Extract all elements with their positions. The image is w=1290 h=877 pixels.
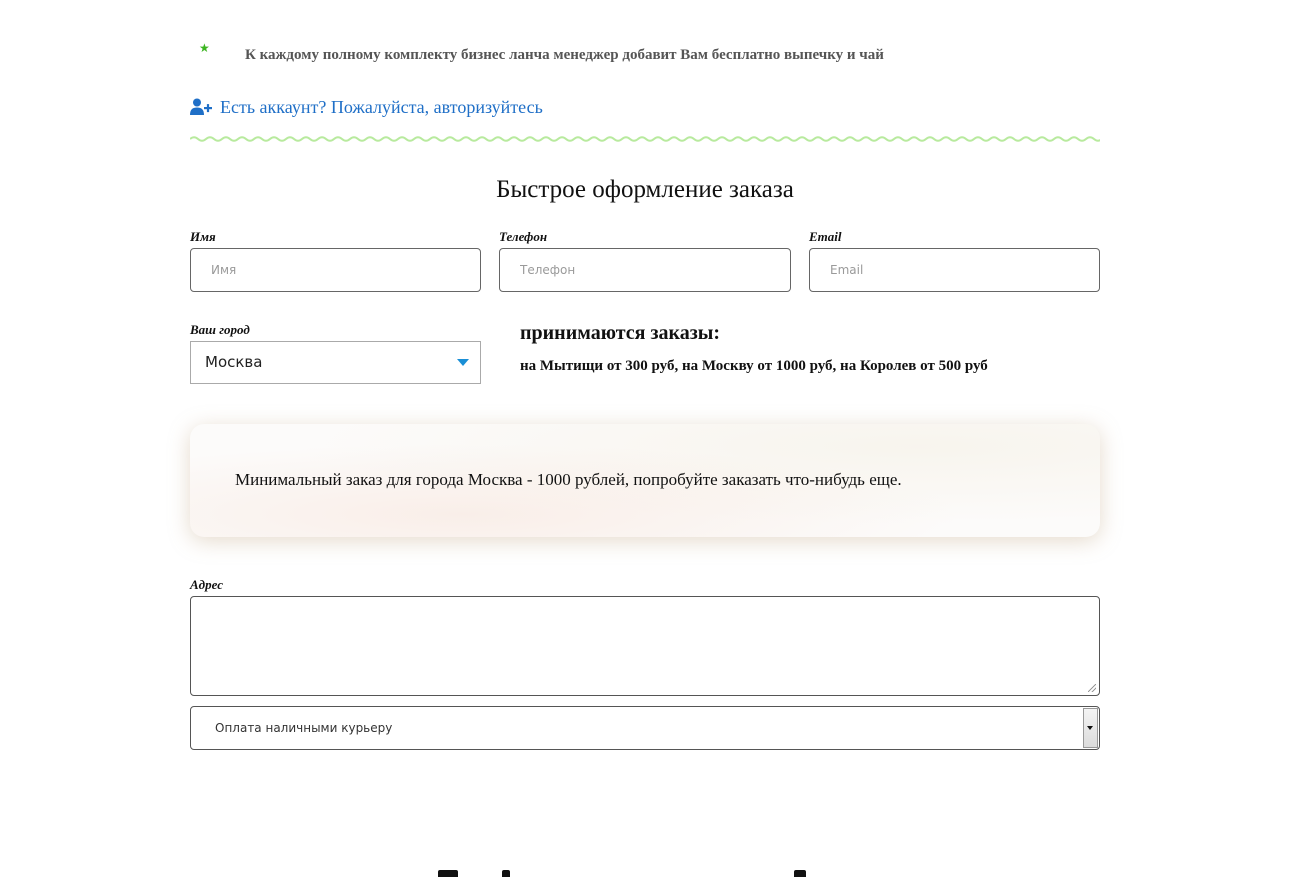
email-label: Email	[809, 229, 842, 244]
orders-detail: на Мытищи от 300 руб, на Москву от 1000 …	[520, 358, 988, 374]
login-link[interactable]: Есть аккаунт? Пожалуйста, авторизуйтесь	[190, 94, 543, 120]
city-selected-value: Москва	[205, 353, 263, 371]
address-label: Адрес	[190, 577, 223, 592]
notice-line: ★ К каждому полному комплекту бизнес лан…	[190, 40, 1100, 70]
min-order-message: Минимальный заказ для города Москва - 10…	[235, 470, 902, 489]
wavy-divider	[190, 136, 1100, 142]
resize-grip-icon[interactable]	[1088, 684, 1096, 692]
caret-down-icon	[457, 359, 469, 366]
name-input[interactable]	[190, 248, 481, 292]
city-select[interactable]: Москва	[190, 341, 481, 384]
cut-off-glyph	[502, 870, 510, 877]
star-icon: ★	[199, 41, 210, 55]
login-link-text: Есть аккаунт? Пожалуйста, авторизуйтесь	[220, 96, 543, 117]
payment-select[interactable]: Оплата наличными курьеру	[190, 706, 1100, 750]
orders-heading: принимаются заказы:	[520, 322, 721, 344]
cut-off-heading	[190, 862, 1100, 877]
notice-text: К каждому полному комплекту бизнес ланча…	[245, 47, 884, 63]
payment-selected-value: Оплата наличными курьеру	[215, 721, 393, 735]
name-label: Имя	[190, 229, 216, 244]
form-title: Быстрое оформление заказа	[496, 176, 794, 203]
min-order-card: Минимальный заказ для города Москва - 10…	[190, 424, 1100, 537]
checkout-container: ★ К каждому полному комплекту бизнес лан…	[190, 0, 1100, 877]
address-wrapper	[190, 596, 1100, 696]
email-input[interactable]	[809, 248, 1100, 292]
phone-label: Телефон	[499, 229, 548, 244]
address-textarea[interactable]	[190, 596, 1100, 696]
phone-input[interactable]	[499, 248, 791, 292]
cut-off-glyph	[438, 870, 458, 877]
caret-down-icon	[1087, 726, 1093, 730]
cut-off-glyph	[794, 870, 806, 877]
user-plus-icon	[190, 98, 212, 115]
city-label: Ваш город	[190, 322, 250, 337]
payment-dropdown-button[interactable]	[1083, 708, 1098, 748]
